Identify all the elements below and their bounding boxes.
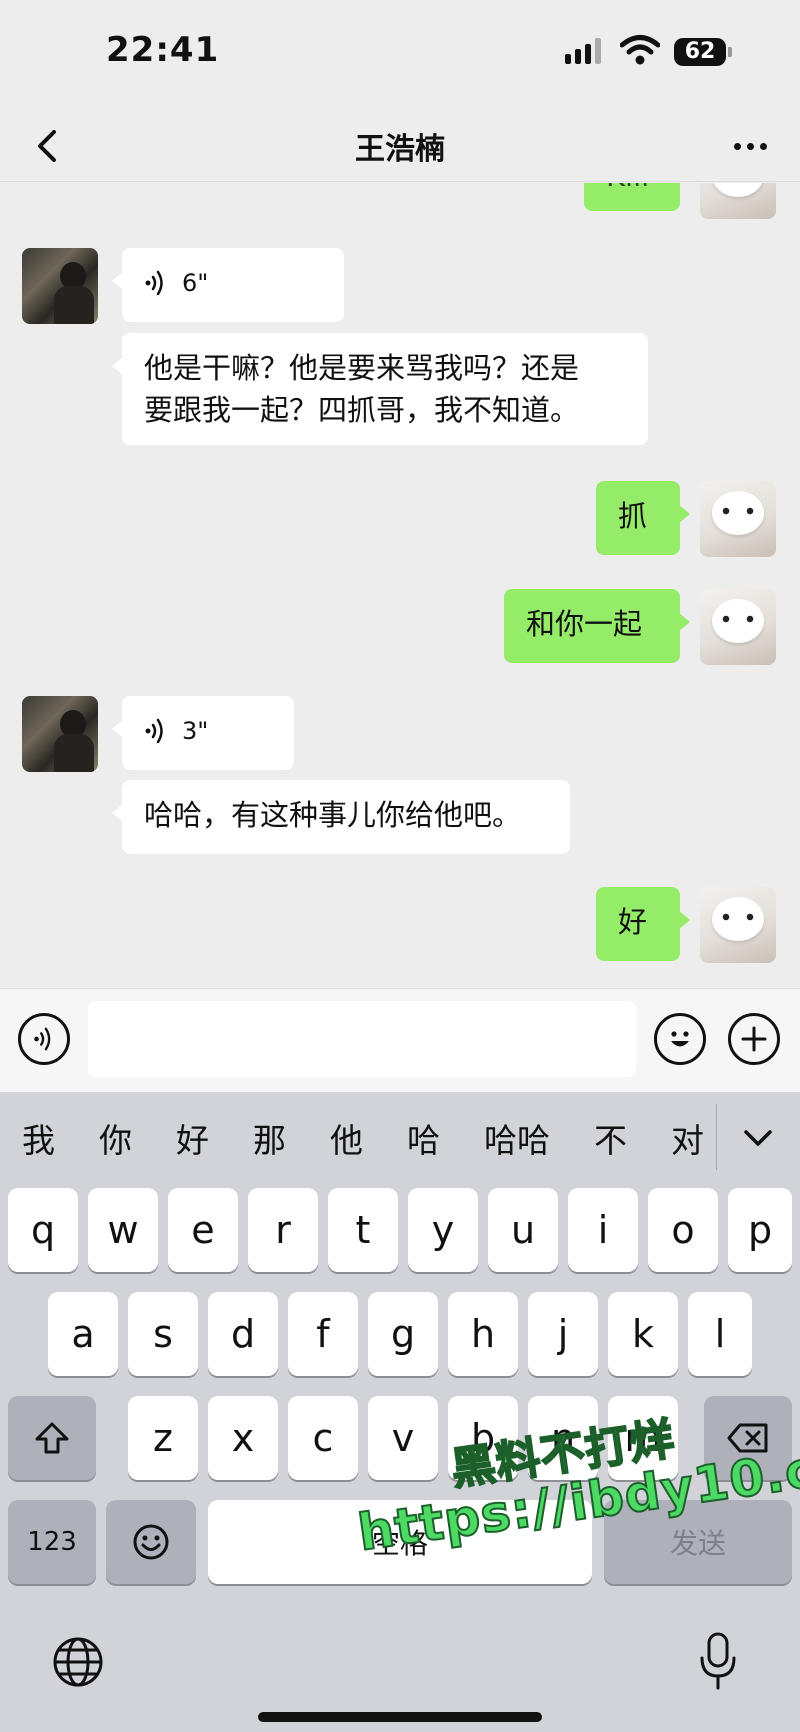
- key-g[interactable]: g: [368, 1292, 438, 1376]
- voice-input-button[interactable]: [18, 1013, 70, 1065]
- message-text-line: 他是干嘛？他是要来骂我吗？还是: [144, 351, 580, 385]
- candidate-word[interactable]: 我: [0, 1114, 55, 1162]
- shift-key[interactable]: [8, 1396, 96, 1480]
- keyboard: 我 你 好 那 他 哈 哈哈 不 对 q w e r t y u i o p a…: [0, 1092, 800, 1732]
- message-bubble-outgoing[interactable]: 和你一起: [504, 589, 690, 663]
- message-list[interactable]: Kill 6" 他是干嘛？他是要来骂我吗？还是 要跟我一起？四抓哥，我不知道。 …: [0, 183, 800, 988]
- candidate-word[interactable]: 哈: [385, 1114, 440, 1162]
- contact-avatar[interactable]: [22, 248, 98, 324]
- candidate-word[interactable]: 你: [77, 1114, 132, 1162]
- numbers-key[interactable]: 123: [8, 1500, 96, 1584]
- key-j[interactable]: j: [528, 1292, 598, 1376]
- key-p[interactable]: p: [728, 1188, 792, 1272]
- home-indicator: [258, 1712, 542, 1722]
- key-t[interactable]: t: [328, 1188, 398, 1272]
- key-q[interactable]: q: [8, 1188, 78, 1272]
- message-bubble-outgoing[interactable]: Kill: [584, 183, 680, 211]
- message-text: Kill: [606, 183, 649, 193]
- key-y[interactable]: y: [408, 1188, 478, 1272]
- key-i[interactable]: i: [568, 1188, 638, 1272]
- key-d[interactable]: d: [208, 1292, 278, 1376]
- expand-candidates-button[interactable]: [730, 1110, 786, 1166]
- key-a[interactable]: a: [48, 1292, 118, 1376]
- smiley-icon: [671, 1031, 689, 1047]
- message-text: 抓: [618, 499, 648, 533]
- message-bubble-incoming[interactable]: 他是干嘛？他是要来骂我吗？还是 要跟我一起？四抓哥，我不知道。: [112, 333, 648, 445]
- message-text: 和你一起: [526, 607, 643, 641]
- key-l[interactable]: l: [688, 1292, 752, 1376]
- message-bubble-outgoing[interactable]: 抓: [596, 481, 690, 555]
- candidate-divider: [716, 1104, 717, 1170]
- candidate-word[interactable]: 那: [231, 1114, 286, 1162]
- key-o[interactable]: o: [648, 1188, 718, 1272]
- voice-message-bubble[interactable]: 3": [112, 696, 294, 770]
- key-s[interactable]: s: [128, 1292, 198, 1376]
- chat-title: 王浩楠: [355, 132, 445, 167]
- my-avatar[interactable]: [700, 589, 776, 665]
- more-functions-button[interactable]: [728, 1013, 780, 1065]
- message-text: 好: [618, 905, 648, 939]
- more-options-icon[interactable]: [720, 122, 780, 170]
- message-text: 哈哈，有这种事儿你给他吧。: [144, 798, 522, 832]
- voice-wave-icon: [34, 1027, 51, 1051]
- key-f[interactable]: f: [288, 1292, 358, 1376]
- candidate-word[interactable]: 对: [649, 1114, 704, 1162]
- key-w[interactable]: w: [88, 1188, 158, 1272]
- voice-message-bubble[interactable]: 6": [112, 248, 344, 322]
- message-bubble-incoming[interactable]: 哈哈，有这种事儿你给他吧。: [112, 780, 570, 854]
- key-z[interactable]: z: [128, 1396, 198, 1480]
- candidate-bar: 我 你 好 那 他 哈 哈哈 不 对: [0, 1092, 800, 1184]
- contact-avatar[interactable]: [22, 696, 98, 772]
- voice-duration: 6": [182, 269, 209, 297]
- status-time: 22:41: [106, 30, 220, 70]
- wifi-icon: [620, 35, 660, 65]
- key-x[interactable]: x: [208, 1396, 278, 1480]
- message-bubble-outgoing[interactable]: 好: [596, 887, 690, 961]
- key-k[interactable]: k: [608, 1292, 678, 1376]
- emoji-key[interactable]: [106, 1500, 196, 1584]
- voice-wave-icon: [145, 718, 163, 744]
- candidate-word[interactable]: 好: [154, 1114, 209, 1162]
- candidate-word[interactable]: 他: [308, 1114, 363, 1162]
- key-c[interactable]: c: [288, 1396, 358, 1480]
- message-text-field[interactable]: [88, 1001, 636, 1077]
- my-avatar[interactable]: [700, 887, 776, 963]
- voice-wave-icon: [145, 270, 163, 296]
- key-e[interactable]: e: [168, 1188, 238, 1272]
- key-h[interactable]: h: [448, 1292, 518, 1376]
- my-avatar[interactable]: [700, 183, 776, 219]
- chevron-down-icon: [744, 1130, 772, 1146]
- cellular-signal-icon: [565, 38, 601, 64]
- battery-icon: 62: [674, 38, 732, 66]
- shift-arrow-icon: [35, 1422, 69, 1454]
- message-text-line: 要跟我一起？四抓哥，我不知道。: [144, 393, 580, 427]
- voice-duration: 3": [182, 717, 209, 745]
- candidate-word[interactable]: 哈哈: [462, 1114, 550, 1162]
- emoji-button[interactable]: [654, 1013, 706, 1065]
- globe-icon[interactable]: [50, 1634, 106, 1690]
- message-input-bar: [0, 988, 800, 1092]
- plus-icon: [741, 1026, 767, 1052]
- key-r[interactable]: r: [248, 1188, 318, 1272]
- smiley-icon: [133, 1524, 169, 1560]
- key-v[interactable]: v: [368, 1396, 438, 1480]
- status-bar: 22:41 62: [0, 0, 800, 110]
- chat-header: 王浩楠: [0, 110, 800, 182]
- my-avatar[interactable]: [700, 481, 776, 557]
- candidate-word[interactable]: 不: [572, 1114, 627, 1162]
- microphone-icon[interactable]: [696, 1630, 740, 1694]
- key-u[interactable]: u: [488, 1188, 558, 1272]
